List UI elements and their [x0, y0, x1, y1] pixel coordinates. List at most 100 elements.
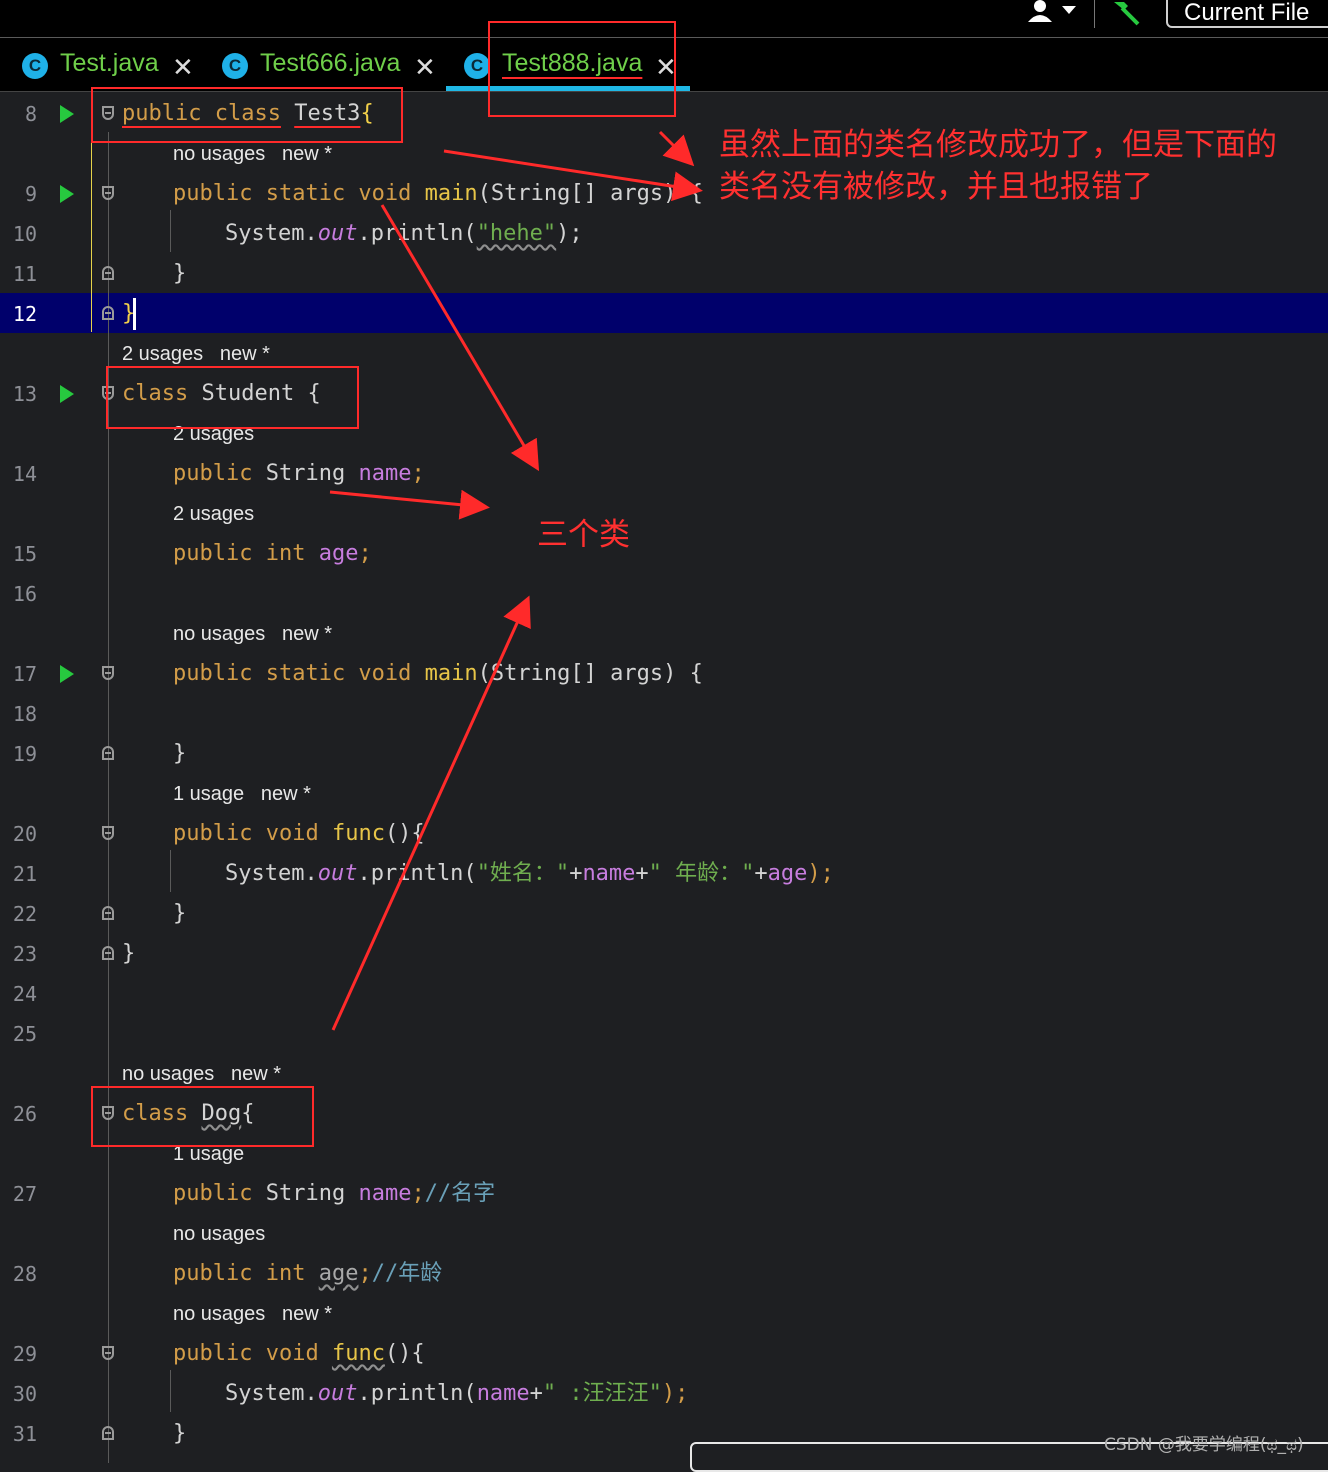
fold-icon[interactable] — [102, 306, 114, 320]
fold-icon[interactable] — [102, 946, 114, 960]
code-text: System.out.println("姓名："+name+" 年龄："+age… — [225, 861, 834, 886]
line-number: 15 — [12, 542, 37, 566]
line-number: 18 — [12, 702, 37, 726]
fold-icon[interactable] — [102, 746, 114, 760]
code-line: 15 public int age; — [0, 534, 1328, 574]
code-line: 28 public int age;//年龄 — [0, 1254, 1328, 1294]
code-line: 16 — [0, 574, 1328, 614]
code-line: 18 — [0, 694, 1328, 734]
code-line: 24 — [0, 974, 1328, 1014]
line-number: 28 — [12, 1262, 37, 1286]
line-number: 8 — [24, 102, 37, 126]
code-line: 22 } — [0, 894, 1328, 934]
java-class-icon: C — [22, 53, 48, 79]
line-number: 13 — [12, 382, 37, 406]
tab-label: Test666.java — [260, 49, 401, 77]
code-line: 25 — [0, 1014, 1328, 1054]
fold-icon[interactable] — [102, 826, 114, 840]
annotation-box-student — [106, 366, 359, 429]
fold-icon[interactable] — [102, 906, 114, 920]
code-line: 27 public String name;//名字 — [0, 1174, 1328, 1214]
line-number: 31 — [12, 1422, 37, 1446]
code-text: public String name;//名字 — [173, 1181, 496, 1206]
close-icon[interactable]: ✕ — [172, 52, 194, 83]
code-text: } — [122, 941, 136, 966]
code-line: 21 System.out.println("姓名："+name+" 年龄："+… — [0, 854, 1328, 894]
line-number: 27 — [12, 1182, 37, 1206]
annotation-three-classes: 三个类 — [537, 517, 630, 553]
usage-hint[interactable]: 1 usage new * — [173, 774, 311, 814]
code-text: public static void main(String[] args) { — [173, 661, 703, 686]
code-text: public void func(){ — [173, 1341, 425, 1366]
code-text: public void func(){ — [173, 821, 425, 846]
usage-hint[interactable]: 2 usages — [173, 494, 254, 534]
line-number: 17 — [12, 662, 37, 686]
fold-icon[interactable] — [102, 666, 114, 680]
fold-icon[interactable] — [102, 266, 114, 280]
line-number: 30 — [12, 1382, 37, 1406]
run-config-selector[interactable]: Current File — [1166, 0, 1328, 28]
code-line: 23 } — [0, 934, 1328, 974]
line-number: 16 — [12, 582, 37, 606]
java-class-icon: C — [222, 53, 248, 79]
run-gutter-icon[interactable] — [60, 105, 74, 123]
run-gutter-icon[interactable] — [60, 665, 74, 683]
run-gutter-icon[interactable] — [60, 385, 74, 403]
code-text: public int age;//年龄 — [173, 1261, 443, 1286]
code-line: 30 System.out.println(name+" :汪汪汪"); — [0, 1374, 1328, 1414]
annotation-note: 虽然上面的类名修改成功了，但是下面的 — [719, 127, 1277, 163]
java-class-icon: C — [464, 53, 490, 79]
line-number: 23 — [12, 942, 37, 966]
code-line: 29 public void func(){ — [0, 1334, 1328, 1374]
code-text: public static void main(String[] args) { — [173, 181, 703, 206]
line-number: 10 — [12, 222, 37, 246]
usage-hint[interactable]: no usages new * — [173, 614, 332, 654]
annotation-box-dog — [91, 1086, 314, 1147]
line-number: 20 — [12, 822, 37, 846]
line-number: 25 — [12, 1022, 37, 1046]
code-text: } — [173, 741, 187, 766]
code-text: public int age; — [173, 541, 372, 566]
toolbar-separator — [1094, 0, 1095, 28]
chevron-down-icon[interactable] — [1062, 6, 1076, 14]
code-text: } — [173, 1421, 187, 1446]
text-cursor — [133, 298, 136, 330]
code-line: 20 public void func(){ — [0, 814, 1328, 854]
fold-icon[interactable] — [102, 1426, 114, 1440]
annotation-note: 类名没有被修改，并且也报错了 — [719, 169, 1153, 205]
fold-icon[interactable] — [102, 186, 114, 200]
usage-hint[interactable]: no usages new * — [173, 1294, 332, 1334]
line-number: 9 — [24, 182, 37, 206]
code-line: 14 public String name; — [0, 454, 1328, 494]
line-number: 19 — [12, 742, 37, 766]
run-gutter-icon[interactable] — [60, 185, 74, 203]
code-line: 11 } — [0, 254, 1328, 294]
line-number: 24 — [12, 982, 37, 1006]
annotation-box-test3 — [91, 87, 403, 143]
line-number: 26 — [12, 1102, 37, 1126]
code-line: 17 public static void main(String[] args… — [0, 654, 1328, 694]
tab-test666-java[interactable]: C Test666.java ✕ — [222, 38, 442, 92]
code-text: System.out.println(name+" :汪汪汪"); — [225, 1381, 689, 1406]
user-icon[interactable] — [1026, 0, 1056, 24]
code-text: } — [173, 261, 187, 286]
code-editor[interactable]: 8 public class Test3{ no usages new * 9 … — [0, 92, 1328, 1463]
code-text: public String name; — [173, 461, 425, 486]
annotation-box-tab — [488, 21, 676, 117]
code-line: 12 } — [0, 294, 1328, 334]
line-number: 21 — [12, 862, 37, 886]
hammer-icon[interactable] — [1110, 0, 1142, 26]
line-number: 12 — [12, 302, 37, 326]
line-number: 11 — [12, 262, 37, 286]
code-text: } — [173, 901, 187, 926]
watermark: CSDN @我要学编程(ಥ_ಥ) — [1104, 1435, 1304, 1455]
tab-test-java[interactable]: C Test.java ✕ — [22, 38, 202, 92]
usage-hint[interactable]: no usages — [173, 1214, 265, 1254]
close-icon[interactable]: ✕ — [414, 52, 436, 83]
line-number: 14 — [12, 462, 37, 486]
tab-label: Test.java — [60, 49, 159, 77]
line-number: 22 — [12, 902, 37, 926]
code-line: 10 System.out.println("hehe"); — [0, 214, 1328, 254]
code-line: 19 } — [0, 734, 1328, 774]
fold-icon[interactable] — [102, 1346, 114, 1360]
